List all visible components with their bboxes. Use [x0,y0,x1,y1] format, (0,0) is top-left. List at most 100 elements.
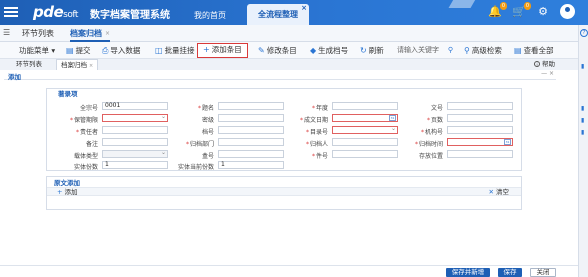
toolbar: 功能菜单 ▾ ▤ 提交 ⎙ 导入数据 ◫ 批量挂接 + 添加条目 ✎ 修改条目 ◆ 生成档号… [0,42,578,59]
tab-archive-filing[interactable]: 档案归档 × [70,25,111,42]
side-mark-3[interactable]: ▮ [581,117,584,124]
help-circle-icon[interactable]: ? [580,29,588,37]
help-link[interactable]: i 帮助 [534,59,555,70]
search-icon[interactable]: ⚲ [448,44,453,57]
submit-button[interactable]: ▤ 提交 [66,43,91,58]
filer-field[interactable] [332,138,398,146]
remark-field[interactable] [102,138,168,146]
subtab-stage-list[interactable]: 环节列表 [12,59,46,70]
doc-no-field[interactable] [447,102,513,110]
date-field[interactable]: 31 [332,114,398,122]
collapse-arrow-icon[interactable]: ☰ [3,28,10,37]
label-filer: *归档人 [305,141,328,148]
cart-icon[interactable]: 🛒 0 [512,2,531,19]
label-year: *年度 [311,105,328,112]
chevron-down-icon: ⌄ [160,113,166,120]
org-no-field[interactable] [447,126,513,134]
side-mark-2[interactable]: ▮ [581,105,584,112]
tab-stage-list[interactable]: 环节列表 [22,25,54,42]
label-pages: *页数 [426,117,443,124]
filing-time-field[interactable]: 31 [447,138,513,146]
original-attachment-toolbar: + 添加 ✕ 清空 [47,187,521,196]
title-field[interactable] [218,102,284,110]
label-box-no: 盒号 [201,153,214,160]
view-all-button[interactable]: ▤ 查看全部 [514,43,554,58]
close-icon: ✕ [488,188,494,196]
save-button[interactable]: 保存 [498,268,522,277]
full-no-field[interactable]: 0001 [102,102,168,110]
subtab-close-icon[interactable]: × [89,63,93,69]
panel-window-controls[interactable]: — × [541,70,554,77]
calendar-icon[interactable]: 31 [389,115,396,121]
batch-attach-button[interactable]: ◫ 批量挂接 [155,43,195,58]
pages-field[interactable] [447,114,513,122]
search-input[interactable]: 请输入关键字 ⚲ [397,44,453,57]
list-icon: ▤ [514,46,522,55]
item-no-field[interactable] [332,150,398,158]
gear-icon[interactable]: ⚙ [536,5,550,19]
system-title: 数字档案管理系统 [90,10,170,21]
menu-toggle-icon[interactable] [4,5,18,19]
box-no-field[interactable] [218,150,284,158]
user-avatar[interactable] [560,4,575,19]
copies-field[interactable]: 1 [102,161,168,169]
section-title-basic: 著录项 [58,90,78,98]
label-carrier-type: 载体类型 [73,153,98,160]
original-clear-button[interactable]: ✕ 清空 [489,188,509,196]
label-copies: 实体份数 [73,164,98,171]
year-field[interactable] [332,102,398,110]
advanced-search-button[interactable]: ⚲ 高级检索 [464,43,502,58]
responsible-field[interactable] [102,126,168,134]
advanced-search-icon: ⚲ [464,46,470,55]
submit-icon: ▤ [66,46,74,55]
edit-item-button[interactable]: ✎ 修改条目 [258,43,297,58]
label-date: *成文日期 [299,117,328,124]
label-catalog-no: *目录号 [305,129,328,136]
label-dept: 密级 [201,117,214,124]
sub-tab-bar: 环节列表 档案归档 × i 帮助 [0,59,578,70]
chevron-down-icon: ⌄ [390,125,396,132]
bell-icon[interactable]: 🔔 0 [488,2,507,19]
label-filing-time: *归档时间 [414,141,443,148]
e-copies-field[interactable]: 1 [218,161,284,169]
filing-dept-field[interactable] [218,138,284,146]
cart-badge: 0 [523,2,531,10]
original-add-button[interactable]: + 添加 [57,188,77,196]
label-org-no: *机构号 [420,129,443,136]
save-and-new-button[interactable]: 保存并新增 [446,268,490,277]
tag-icon: ◆ [310,46,317,55]
label-remark: 备注 [85,141,98,148]
tab-close-icon[interactable]: × [105,30,110,37]
label-filing-dept: *归档部门 [185,141,214,148]
attach-icon: ◫ [155,46,163,55]
subtab-archive-filing[interactable]: 档案归档 × [56,59,99,70]
archive-no-field[interactable] [218,126,284,134]
nav-full-process[interactable]: 全流程整理 × [247,4,309,25]
chevron-down-icon: ⌄ [160,149,166,156]
label-location: 存放位置 [418,153,443,160]
nav-close-icon[interactable]: × [301,0,307,19]
edit-icon: ✎ [258,46,265,55]
close-button[interactable]: 关闭 [530,268,556,277]
calendar-icon[interactable]: 31 [504,139,511,145]
original-attachment-section: + 添加 ✕ 清空 [46,176,522,210]
brand-logo: pdesoft [33,3,78,21]
nav-home[interactable]: 我的首页 [194,10,226,21]
import-icon: ⎙ [102,46,109,55]
dept-field[interactable] [218,114,284,122]
refresh-button[interactable]: ↻ 刷新 [360,43,384,58]
plus-icon: + [203,45,210,54]
carrier-type-select[interactable]: ⌄ [102,150,168,158]
refresh-icon: ↻ [360,46,367,55]
location-field[interactable] [447,150,513,158]
label-full-no: 全宗号 [79,105,98,112]
side-mark-1[interactable]: ▮ [581,63,584,70]
add-item-button[interactable]: + 添加条目 [197,43,248,58]
generate-no-button[interactable]: ◆ 生成档号 [310,43,348,58]
retention-select[interactable]: ⌄ [102,114,168,122]
notify-badge: 0 [499,2,507,10]
catalog-no-select[interactable]: ⌄ [332,126,398,134]
import-button[interactable]: ⎙ 导入数据 [102,43,140,58]
side-mark-4[interactable]: ▮ [581,129,584,136]
function-menu-button[interactable]: 功能菜单 ▾ [19,43,55,58]
